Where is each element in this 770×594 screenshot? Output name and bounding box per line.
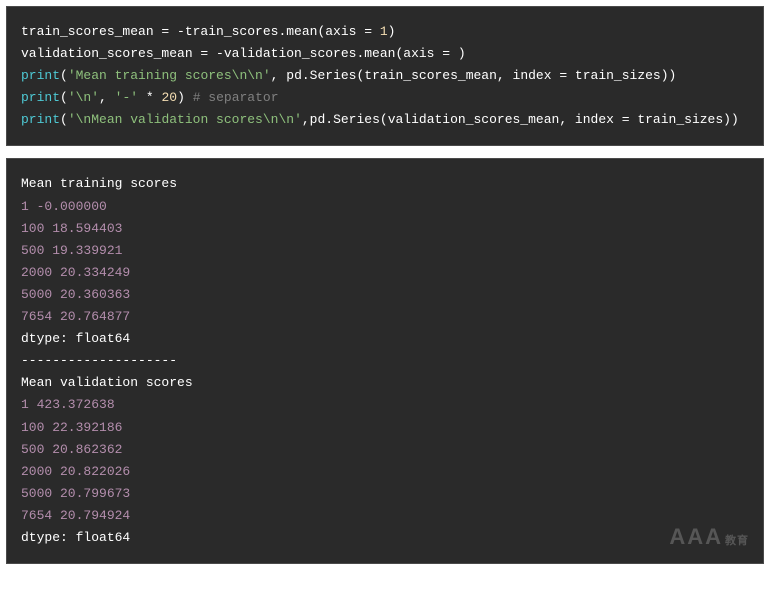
code-line-1: train_scores_mean = -train_scores.mean(a… bbox=[21, 24, 395, 39]
output-block: Mean training scores 1 -0.000000 100 18.… bbox=[6, 158, 764, 564]
val-row: 500 20.862362 bbox=[21, 442, 122, 457]
code-block: train_scores_mean = -train_scores.mean(a… bbox=[6, 6, 764, 146]
train-row: 5000 20.360363 bbox=[21, 287, 130, 302]
separator-line: -------------------- bbox=[21, 353, 177, 368]
output-heading-training: Mean training scores bbox=[21, 176, 177, 191]
val-row: 7654 20.794924 bbox=[21, 508, 130, 523]
code-line-5: print('\nMean validation scores\n\n',pd.… bbox=[21, 112, 739, 127]
val-row: 5000 20.799673 bbox=[21, 486, 130, 501]
train-row: 7654 20.764877 bbox=[21, 309, 130, 324]
val-row: 1 423.372638 bbox=[21, 397, 115, 412]
train-row: 500 19.339921 bbox=[21, 243, 122, 258]
code-line-4: print('\n', '-' * 20) # separator bbox=[21, 90, 279, 105]
code-line-3: print('Mean training scores\n\n', pd.Ser… bbox=[21, 68, 676, 83]
train-row: 100 18.594403 bbox=[21, 221, 122, 236]
train-row: 2000 20.334249 bbox=[21, 265, 130, 280]
train-row: 1 -0.000000 bbox=[21, 199, 107, 214]
val-row: 100 22.392186 bbox=[21, 420, 122, 435]
dtype-line: dtype: float64 bbox=[21, 530, 130, 545]
dtype-line: dtype: float64 bbox=[21, 331, 130, 346]
code-line-2: validation_scores_mean = -validation_sco… bbox=[21, 46, 466, 61]
val-row: 2000 20.822026 bbox=[21, 464, 130, 479]
watermark: AAA教育 bbox=[669, 518, 749, 555]
output-heading-validation: Mean validation scores bbox=[21, 375, 193, 390]
